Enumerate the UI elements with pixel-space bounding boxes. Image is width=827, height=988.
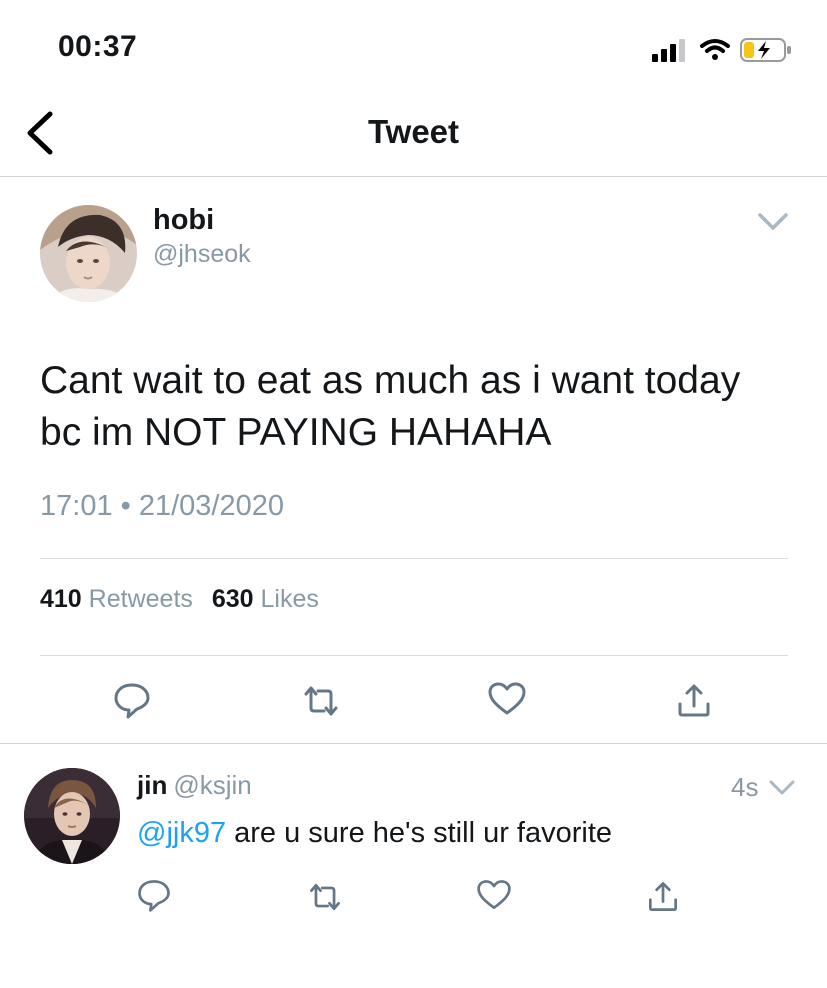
like-count[interactable]: 630 <box>212 585 254 613</box>
author-avatar[interactable] <box>40 205 137 302</box>
avatar-image <box>40 205 137 302</box>
tweet-text-line: Cant wait to eat as much as i want today <box>40 359 741 402</box>
reply-icon[interactable] <box>111 679 153 721</box>
reply-author-avatar[interactable] <box>24 768 120 864</box>
reply-text: @jjk97 are u sure he's still ur favorite <box>137 817 612 850</box>
tweet-stats: 410 Retweets 630 Likes <box>40 585 331 614</box>
author-handle[interactable]: @jhseok <box>153 240 251 269</box>
retweet-label[interactable]: Retweets <box>89 585 193 613</box>
tweet-text-line: bc im NOT PAYING HAHAHA <box>40 411 552 454</box>
reply-header: jin @ksjin <box>137 770 252 801</box>
nav-divider <box>0 176 827 177</box>
status-icons <box>652 38 791 62</box>
tweet-detail-screen: 00:37 Tweet hobi @jhseok Cant wait to ea… <box>0 0 827 988</box>
chevron-down-icon[interactable] <box>756 210 790 234</box>
battery-charging-icon <box>740 38 791 62</box>
reply-icon[interactable] <box>135 876 173 914</box>
avatar-image <box>24 768 120 864</box>
section-divider <box>0 743 827 744</box>
share-icon[interactable] <box>644 878 682 916</box>
cellular-signal-icon <box>652 39 685 62</box>
like-icon[interactable] <box>475 876 513 914</box>
like-label[interactable]: Likes <box>261 585 319 613</box>
mention-link[interactable]: @jjk97 <box>137 817 226 849</box>
page-title: Tweet <box>367 113 460 150</box>
share-icon[interactable] <box>673 680 715 722</box>
retweet-icon[interactable] <box>300 680 342 722</box>
tweet-timestamp: 17:01 • 21/03/2020 <box>40 490 284 522</box>
reply-text-body: are u sure he's still ur favorite <box>226 817 613 849</box>
divider <box>40 655 788 656</box>
like-icon[interactable] <box>486 678 528 720</box>
wifi-icon <box>700 39 730 60</box>
author-name[interactable]: hobi <box>153 204 214 237</box>
reply-author-name[interactable]: jin <box>137 770 167 800</box>
retweet-count[interactable]: 410 <box>40 585 82 613</box>
retweet-icon[interactable] <box>306 878 344 916</box>
reply-author-handle[interactable]: @ksjin <box>173 770 251 800</box>
status-time: 00:37 <box>58 30 138 63</box>
reply-time: 4s <box>731 772 759 802</box>
divider <box>40 558 788 559</box>
chevron-down-icon[interactable] <box>768 778 796 798</box>
tweet-text: Cant wait to eat as much as i want today… <box>40 355 800 459</box>
